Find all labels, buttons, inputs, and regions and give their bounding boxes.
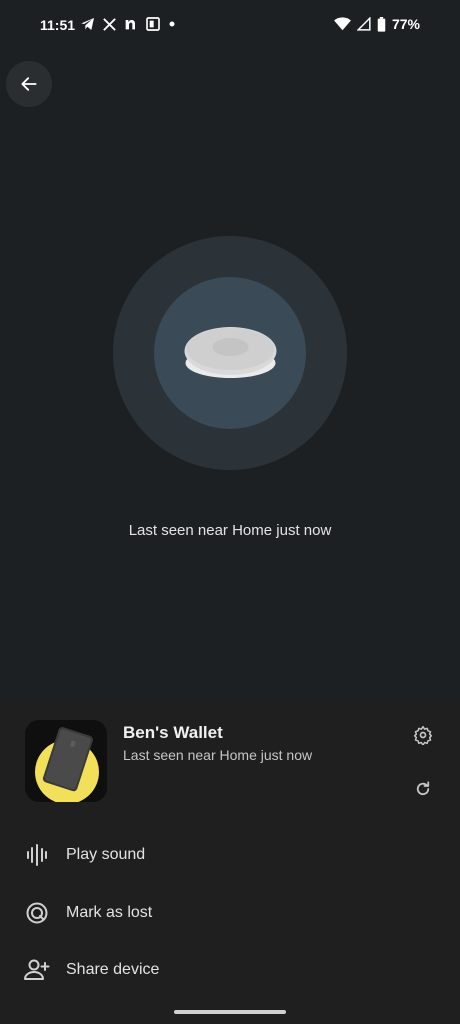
settings-button[interactable]: [410, 722, 436, 748]
lost-icon: [23, 899, 51, 927]
refresh-icon: [416, 781, 430, 796]
add-person-icon: [23, 956, 51, 984]
share-device-button[interactable]: Share device: [0, 944, 460, 996]
wallet-tracker-image: [35, 727, 99, 802]
sound-wave-icon: [23, 841, 51, 869]
map-area[interactable]: Last seen near Home just now: [0, 0, 460, 700]
smart-speaker-image: [184, 327, 277, 378]
device-name: Ben's Wallet: [123, 723, 223, 742]
device-thumbnail: [25, 720, 107, 802]
map-last-seen-text: Last seen near Home just now: [128, 522, 332, 539]
back-button[interactable]: [6, 61, 52, 107]
device-status: Last seen near Home just now: [123, 747, 313, 763]
arrow-back-icon: [21, 77, 37, 91]
home-indicator[interactable]: [174, 1010, 286, 1014]
gear-icon: [413, 725, 433, 745]
play-sound-label: Play sound: [66, 846, 146, 863]
refresh-button[interactable]: [410, 776, 436, 802]
mark-as-lost-label: Mark as lost: [66, 904, 153, 921]
mark-as-lost-button[interactable]: Mark as lost: [0, 887, 460, 939]
play-sound-button[interactable]: Play sound: [0, 829, 460, 881]
share-device-label: Share device: [66, 961, 160, 978]
device-sheet: Ben's Wallet Last seen near Home just no…: [0, 700, 460, 1024]
